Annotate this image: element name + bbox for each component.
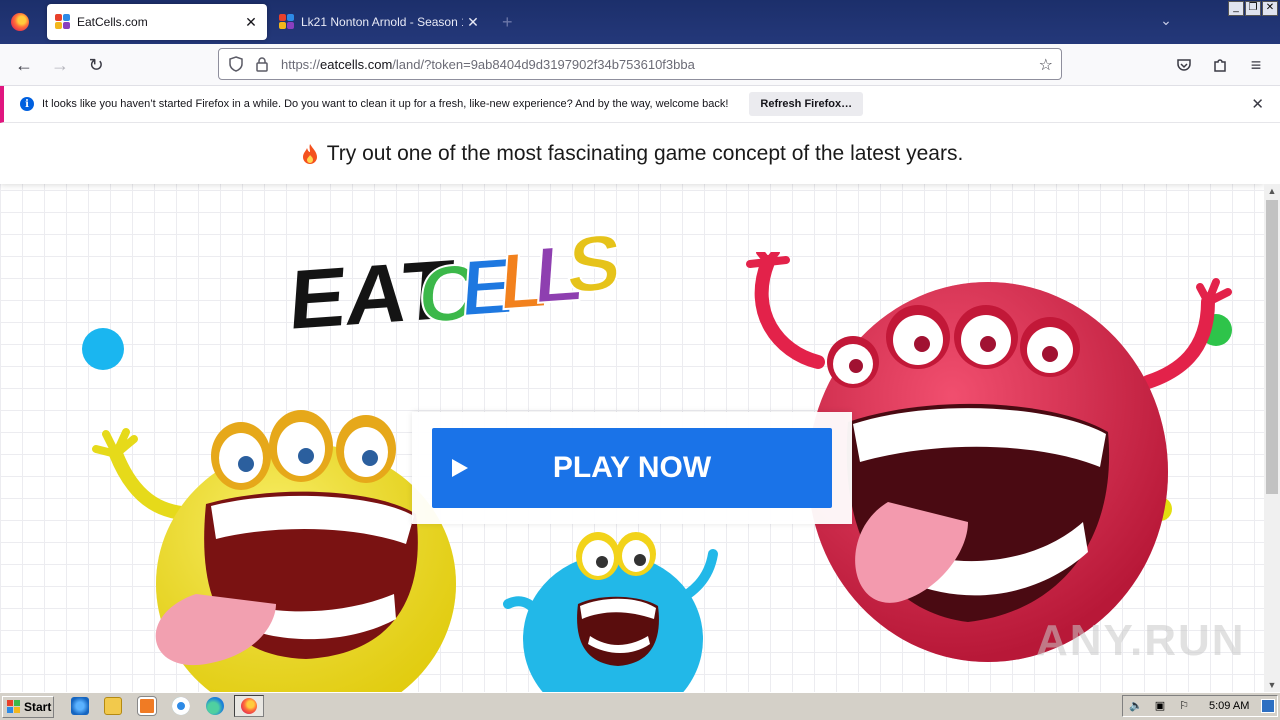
show-desktop-icon[interactable] — [1261, 699, 1275, 713]
page-scrollbar[interactable]: ▲ ▼ — [1264, 184, 1280, 692]
chrome-icon[interactable] — [172, 697, 190, 715]
play-panel: PLAY NOW — [412, 412, 852, 524]
scrollbar-thumb[interactable] — [1266, 200, 1278, 494]
taskbar-clock[interactable]: 5:09 AM — [1209, 700, 1249, 712]
refresh-firefox-button[interactable]: Refresh Firefox… — [749, 92, 864, 116]
tab-strip: EatCells.com ✕ Lk21 Nonton Arnold - Seas… — [0, 0, 1280, 44]
windows-logo-icon — [7, 699, 21, 714]
address-bar[interactable]: https://eatcells.com/land/?token=9ab8404… — [218, 48, 1062, 80]
lk21-favicon-icon — [279, 14, 295, 30]
navigation-toolbar: ← → ↻ https://eatcells.com/land/?token=9… — [0, 44, 1280, 86]
screen: EatCells.com ✕ Lk21 Nonton Arnold - Seas… — [0, 0, 1280, 720]
start-label: Start — [24, 699, 52, 714]
web-page: Try out one of the most fascinating game… — [0, 124, 1264, 692]
firefox-taskbar-button[interactable] — [234, 695, 264, 717]
bookmark-star-icon[interactable]: ☆ — [1039, 55, 1053, 75]
tab-lk21[interactable]: Lk21 Nonton Arnold - Season 1 Ep ✕ — [271, 4, 489, 40]
close-notification-icon[interactable]: ✕ — [1251, 95, 1264, 113]
restore-window-icon[interactable]: ❐ — [1245, 1, 1261, 16]
scroll-up-arrow-icon[interactable]: ▲ — [1264, 184, 1280, 198]
refresh-firefox-notification: i It looks like you haven’t started Fire… — [0, 86, 1280, 123]
fire-icon — [302, 144, 317, 164]
media-player-icon[interactable] — [138, 697, 156, 715]
pocket-icon[interactable] — [1172, 53, 1196, 77]
list-all-tabs-chevron-icon[interactable]: ⌄ — [1156, 12, 1176, 32]
tab-title: Lk21 Nonton Arnold - Season 1 Ep — [301, 15, 463, 29]
blue-monster-illustration — [503, 532, 718, 692]
eatcells-favicon-icon — [55, 14, 71, 30]
tab-eatcells[interactable]: EatCells.com ✕ — [47, 4, 267, 40]
padlock-icon[interactable] — [253, 55, 271, 73]
internet-explorer-icon[interactable] — [71, 697, 89, 715]
url-prefix: https:// — [281, 56, 321, 72]
windows-taskbar: Start — [0, 692, 1280, 720]
url-path: /land/?token=9ab8404d9d3197902f34b753610… — [392, 56, 695, 72]
hamburger-menu-icon[interactable]: ≡ — [1244, 53, 1268, 77]
minimize-window-icon[interactable]: _ — [1228, 1, 1244, 16]
system-tray: 🔈 ▣ ⚐ 5:09 AM — [1122, 695, 1278, 717]
close-window-icon[interactable]: ✕ — [1262, 1, 1278, 16]
reload-icon[interactable]: ↻ — [84, 53, 108, 77]
headline-banner: Try out one of the most fascinating game… — [0, 124, 1264, 184]
action-center-flag-icon[interactable]: ⚐ — [1177, 699, 1191, 713]
play-now-label: PLAY NOW — [552, 451, 712, 484]
edge-icon[interactable] — [206, 697, 224, 715]
close-tab-icon[interactable]: ✕ — [463, 12, 483, 32]
headline-text: Try out one of the most fascinating game… — [326, 142, 964, 165]
tab-title: EatCells.com — [77, 15, 148, 29]
start-button[interactable]: Start — [2, 695, 54, 718]
close-tab-icon[interactable]: ✕ — [241, 12, 261, 32]
firefox-icon — [11, 13, 29, 31]
anyrun-watermark: ANY.RUN — [1036, 616, 1246, 665]
play-triangle-icon — [452, 459, 468, 477]
logo-letter-s: S — [564, 218, 624, 311]
url-host: eatcells.com — [320, 56, 393, 72]
info-icon: i — [20, 97, 34, 111]
file-explorer-folder-icon[interactable] — [104, 697, 122, 715]
url-text: https://eatcells.com/land/?token=9ab8404… — [281, 57, 695, 72]
extensions-puzzle-icon[interactable] — [1208, 53, 1232, 77]
scroll-down-arrow-icon[interactable]: ▼ — [1264, 678, 1280, 692]
blue-cell-dot — [82, 328, 124, 370]
tracking-shield-icon[interactable] — [227, 55, 245, 73]
back-arrow-icon[interactable]: ← — [12, 53, 36, 77]
volume-speaker-icon[interactable]: 🔈 — [1129, 699, 1143, 713]
forward-arrow-icon[interactable]: → — [48, 53, 72, 77]
new-tab-plus-icon[interactable]: + — [502, 12, 513, 33]
firefox-menu-button[interactable] — [0, 0, 40, 44]
network-icon[interactable]: ▣ — [1153, 699, 1167, 713]
eat-cells-logo: EAT CELLS — [287, 217, 626, 342]
play-now-button[interactable]: PLAY NOW — [432, 428, 832, 508]
notification-message: It looks like you haven’t started Firefo… — [42, 98, 729, 110]
firefox-icon — [241, 698, 257, 714]
